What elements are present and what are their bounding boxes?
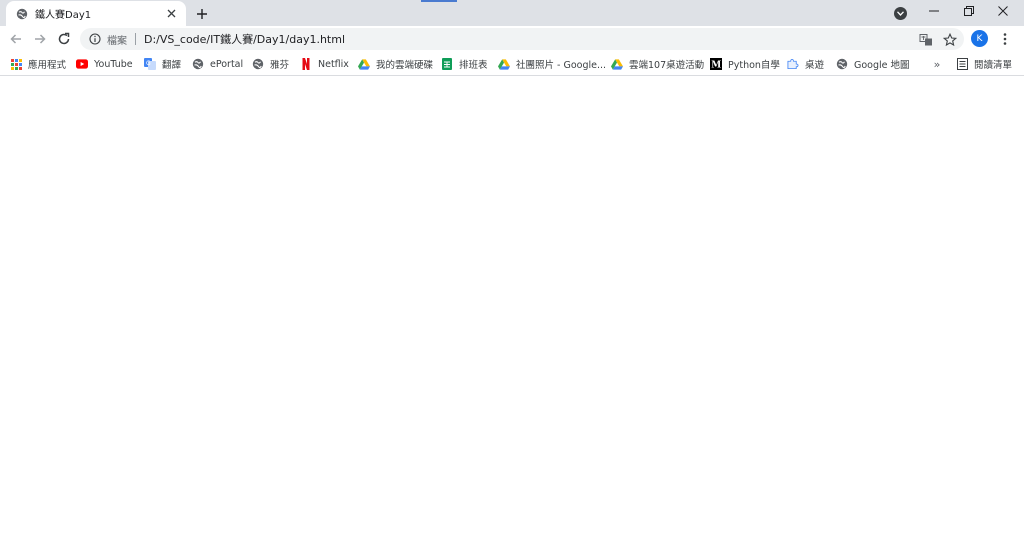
bookmark-eportal[interactable]: ePortal bbox=[192, 56, 243, 72]
bookmark-label: 桌遊 bbox=[805, 60, 825, 71]
minimize-button[interactable] bbox=[917, 0, 951, 22]
bookmark-label: Netflix bbox=[318, 58, 349, 70]
sheets-icon bbox=[441, 58, 453, 70]
bookmark-label: 翻譯 bbox=[162, 60, 182, 71]
bookmark-label: YouTube bbox=[94, 58, 133, 70]
translate-icon[interactable] bbox=[918, 32, 934, 48]
tab-title: 鐵人賽Day1 bbox=[35, 10, 92, 21]
bookmark-google-maps[interactable]: Google 地圖 bbox=[836, 56, 910, 72]
drive-icon bbox=[358, 58, 370, 70]
globe-icon bbox=[16, 8, 28, 20]
svg-text:M: M bbox=[711, 61, 721, 70]
reading-list-button[interactable]: 閱讀清單 bbox=[956, 56, 1012, 72]
toolbar: 檔案 D:/VS_code/IT鐵人賽/Day1/day1.html K bbox=[0, 26, 1024, 52]
info-icon[interactable] bbox=[89, 33, 101, 45]
bookmark-yafen[interactable]: 雅芬 bbox=[252, 56, 289, 72]
bookmark-schedule[interactable]: 排班表 bbox=[441, 56, 488, 72]
bookmark-label: 我的雲端硬碟 bbox=[376, 60, 434, 71]
bookmark-club-photos[interactable]: 社團照片 - Google... bbox=[498, 56, 606, 72]
apps-grid-icon bbox=[10, 58, 22, 70]
globe-icon bbox=[836, 58, 848, 70]
svg-text:G: G bbox=[146, 60, 151, 67]
tab-search-button[interactable] bbox=[894, 7, 907, 20]
more-menu-icon[interactable] bbox=[998, 30, 1012, 48]
drag-accent bbox=[421, 0, 457, 2]
reading-list-icon bbox=[956, 58, 968, 70]
bookmark-label: Python自學 bbox=[728, 60, 780, 71]
bookmark-python[interactable]: M Python自學 bbox=[710, 56, 780, 72]
translate-icon: G bbox=[144, 58, 156, 70]
netflix-icon bbox=[300, 58, 312, 70]
new-tab-button[interactable] bbox=[193, 5, 210, 22]
profile-avatar[interactable]: K bbox=[971, 30, 988, 47]
reload-button[interactable] bbox=[55, 30, 73, 48]
bookmark-translate[interactable]: G 翻譯 bbox=[144, 56, 181, 72]
bookmark-label: 應用程式 bbox=[28, 60, 67, 71]
divider bbox=[135, 33, 136, 45]
bookmark-label: Google 地圖 bbox=[854, 60, 910, 71]
bookmark-label: 社團照片 - Google... bbox=[516, 60, 607, 71]
restore-button[interactable] bbox=[952, 0, 986, 22]
forward-button[interactable] bbox=[31, 30, 49, 48]
bookmark-boardgames[interactable]: 桌遊 bbox=[787, 56, 824, 72]
url-text[interactable]: D:/VS_code/IT鐵人賽/Day1/day1.html bbox=[144, 31, 345, 47]
bookmark-youtube[interactable]: YouTube bbox=[76, 56, 133, 72]
bookmark-label: 雲端107桌遊活動 bbox=[629, 60, 705, 71]
youtube-icon bbox=[76, 58, 88, 70]
bookmarks-overflow-button[interactable]: » bbox=[930, 56, 944, 72]
scheme-label: 檔案 bbox=[107, 35, 127, 47]
bookmarks-bar: 應用程式 YouTube G 翻譯 ePortal 雅芬 Netflix 我的雲… bbox=[0, 52, 1024, 76]
bookmark-label: ePortal bbox=[210, 58, 244, 70]
drive-icon bbox=[498, 58, 510, 70]
bookmark-netflix[interactable]: Netflix bbox=[300, 56, 349, 72]
bookmark-my-drive[interactable]: 我的雲端硬碟 bbox=[358, 56, 433, 72]
tab-strip: 鐵人賽Day1 bbox=[0, 0, 1024, 26]
globe-icon bbox=[252, 58, 264, 70]
address-bar[interactable]: 檔案 D:/VS_code/IT鐵人賽/Day1/day1.html bbox=[80, 28, 964, 50]
window-close-button[interactable] bbox=[986, 0, 1020, 22]
reading-list-label: 閱讀清單 bbox=[974, 60, 1013, 71]
star-icon[interactable] bbox=[942, 32, 958, 48]
drive-icon bbox=[611, 58, 623, 70]
medium-icon: M bbox=[710, 58, 722, 70]
globe-icon bbox=[192, 58, 204, 70]
back-button[interactable] bbox=[7, 30, 25, 48]
bookmark-apps[interactable]: 應用程式 bbox=[10, 56, 66, 72]
tab-active[interactable]: 鐵人賽Day1 bbox=[6, 1, 186, 26]
page-content bbox=[0, 76, 1024, 544]
puzzle-icon bbox=[787, 58, 799, 70]
close-icon[interactable] bbox=[164, 6, 178, 20]
bookmark-boardgame-event[interactable]: 雲端107桌遊活動 bbox=[611, 56, 704, 72]
bookmark-label: 雅芬 bbox=[270, 60, 290, 71]
bookmark-label: 排班表 bbox=[459, 60, 488, 71]
